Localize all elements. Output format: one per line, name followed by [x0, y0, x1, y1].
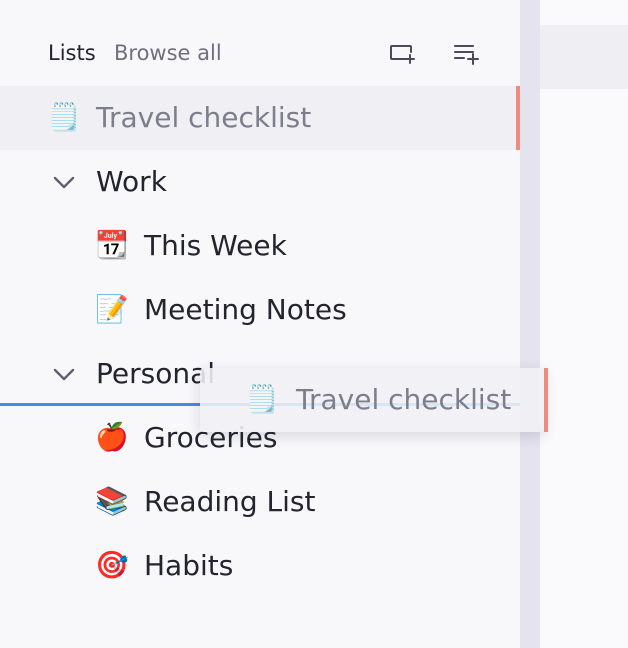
main-toolbar: [540, 25, 628, 89]
list-item-habits[interactable]: 🎯 Habits: [0, 534, 520, 598]
list-item-meeting-notes[interactable]: 📝 Meeting Notes: [0, 278, 520, 342]
list-item-label: This Week: [144, 229, 287, 262]
list-item-reading-list[interactable]: 📚 Reading List: [0, 470, 520, 534]
drag-preview-label: Travel checklist: [296, 383, 512, 416]
target-icon: 🎯: [95, 550, 129, 581]
list-item-this-week[interactable]: 📆 This Week: [0, 214, 520, 278]
notepad-icon: 🗒️: [245, 384, 279, 415]
group-label: Work: [96, 165, 167, 198]
lists-heading: Lists: [48, 41, 96, 65]
books-icon: 📚: [95, 486, 129, 517]
apple-icon: 🍎: [95, 422, 129, 453]
sidebar: Lists Browse all 🗒️ Travel checklist Wor…: [0, 0, 520, 648]
drag-preview[interactable]: 🗒️ Travel checklist: [200, 368, 548, 432]
chevron-down-icon[interactable]: [52, 170, 76, 194]
list-item-label: Reading List: [144, 485, 316, 518]
list-item-label: Travel checklist: [96, 101, 312, 134]
add-item-button[interactable]: [450, 38, 482, 70]
drag-preview-accent: [544, 368, 548, 432]
app-window: Lists Browse all 🗒️ Travel checklist Wor…: [0, 0, 628, 648]
browse-all-link[interactable]: Browse all: [114, 41, 222, 65]
memo-icon: 📝: [95, 294, 129, 325]
sidebar-resize-handle[interactable]: [520, 0, 540, 648]
main-pane: [540, 0, 628, 648]
list-item-travel-checklist[interactable]: 🗒️ Travel checklist: [0, 86, 520, 150]
list-item-label: Habits: [144, 549, 234, 582]
sidebar-header: Lists Browse all: [0, 28, 520, 80]
calendar-icon: 📆: [95, 230, 129, 261]
list-item-label: Meeting Notes: [144, 293, 347, 326]
chevron-down-icon[interactable]: [52, 362, 76, 386]
add-window-icon: [390, 45, 415, 64]
notepad-icon: 🗒️: [47, 102, 81, 133]
new-list-button[interactable]: [386, 38, 418, 70]
group-label: Personal: [96, 357, 216, 390]
add-list-icon: [454, 45, 479, 65]
group-work[interactable]: Work: [0, 150, 520, 214]
